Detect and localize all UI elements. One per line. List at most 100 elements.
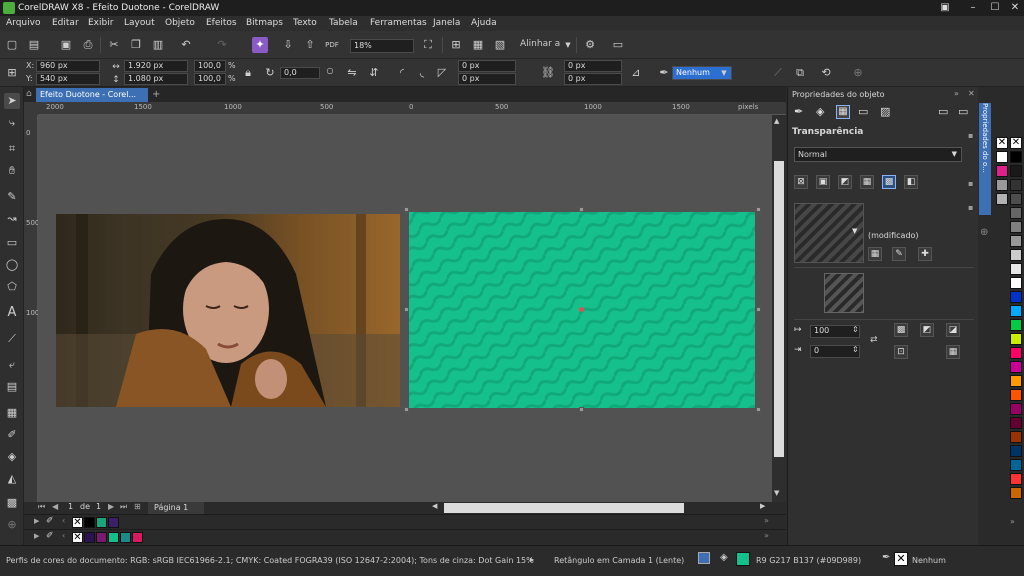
export-icon[interactable]: ⇧ — [302, 37, 318, 53]
palette-scroll-right-icon[interactable]: » — [764, 516, 769, 525]
no-color-swatch[interactable]: ✕ — [72, 532, 83, 543]
menu-texto[interactable]: Texto — [293, 16, 317, 31]
palette-eyedropper-icon[interactable]: ✐ — [46, 531, 54, 541]
interactive-fill-icon[interactable]: ◈ — [4, 449, 20, 465]
publish-pdf-icon[interactable]: PDF — [324, 37, 340, 53]
color-swatch[interactable] — [1010, 347, 1022, 359]
color-swatch[interactable] — [1010, 235, 1022, 247]
color-swatch[interactable] — [1010, 291, 1022, 303]
pattern-save-icon[interactable]: ✚ — [918, 247, 932, 261]
corner-link-icon[interactable]: ⛓ — [540, 65, 556, 81]
rulers-icon[interactable]: ▦ — [470, 37, 486, 53]
height-field[interactable]: 1.080 px — [124, 73, 188, 85]
lock-ratio-icon[interactable]: 🔒︎ — [240, 65, 256, 81]
color-swatch[interactable] — [1010, 305, 1022, 317]
panel-layout-icon-2[interactable]: ▭ — [958, 105, 972, 119]
color-swatch[interactable] — [1010, 151, 1022, 163]
chamfered-corner-icon[interactable]: ◸ — [434, 65, 450, 81]
window-menu-icon[interactable]: ▣ — [934, 0, 956, 16]
palette-scroll-left-icon[interactable]: ‹ — [62, 516, 65, 525]
color-swatch[interactable] — [1010, 473, 1022, 485]
palette-scroll-right-icon[interactable]: » — [764, 531, 769, 540]
round-corner-icon[interactable]: ◜ — [394, 65, 410, 81]
color-swatch[interactable] — [120, 532, 131, 543]
snap-to-icon[interactable]: ⊞ — [448, 37, 464, 53]
color-swatch[interactable] — [1010, 221, 1022, 233]
new-tab-button[interactable]: + — [152, 89, 164, 100]
image-properties-icon[interactable]: ▨ — [880, 105, 894, 119]
corner-radius-br-field[interactable]: 0 px — [564, 73, 622, 85]
fill-tool-icon[interactable]: ◈ — [720, 552, 728, 563]
menu-editar[interactable]: Editar — [52, 16, 79, 31]
color-swatch[interactable] — [1010, 459, 1022, 471]
color-swatch[interactable] — [996, 179, 1008, 191]
panel-close-icon[interactable]: ✕ — [968, 89, 975, 98]
color-swatch[interactable] — [1010, 193, 1022, 205]
align-chevron-down-icon[interactable]: ▼ — [560, 37, 576, 53]
last-page-icon[interactable]: ⏭ — [120, 502, 127, 512]
panel-collapse-icon[interactable]: » — [954, 89, 959, 98]
scroll-up-arrow-icon[interactable]: ▲ — [774, 117, 779, 125]
panel-expand-icon-2[interactable]: ▪ — [968, 179, 973, 188]
ruler-corner[interactable] — [24, 102, 38, 115]
application-launcher-icon[interactable]: ▭ — [610, 37, 626, 53]
menu-efeitos[interactable]: Efeitos — [206, 16, 237, 31]
open-icon[interactable]: ▤ — [26, 37, 42, 53]
redo-icon[interactable]: ↷ — [214, 37, 230, 53]
panel-expand-icon[interactable]: ▪ — [968, 131, 973, 140]
add-page-icon[interactable]: ⊞ — [134, 502, 141, 511]
width-field[interactable]: 1.920 px — [124, 60, 188, 72]
pattern-rotate-icon[interactable]: ◪ — [946, 323, 960, 337]
eyedropper-icon[interactable]: ✐ — [4, 427, 20, 443]
panel-layout-icon[interactable]: ▭ — [938, 105, 952, 119]
color-swatch[interactable] — [1010, 417, 1022, 429]
artistic-media-icon[interactable]: ↝ — [4, 211, 20, 227]
palette-menu-icon[interactable]: ▶ — [34, 532, 39, 540]
horizontal-scroll-thumb[interactable] — [444, 503, 684, 513]
color-swatch[interactable] — [96, 517, 107, 528]
corner-radius-tl-field[interactable]: 0 px — [458, 60, 516, 72]
color-swatch[interactable] — [84, 517, 95, 528]
color-swatch[interactable] — [1010, 403, 1022, 415]
frame-properties-icon[interactable]: ▭ — [858, 105, 872, 119]
to-back-icon[interactable]: ⧉ — [792, 65, 808, 81]
outline-pen-icon[interactable]: ✒ — [656, 65, 672, 81]
pattern-dropdown-chevron-icon[interactable]: ▼ — [852, 227, 857, 235]
color-swatch[interactable] — [1010, 375, 1022, 387]
color-swatch[interactable] — [1010, 319, 1022, 331]
color-swatch[interactable] — [996, 151, 1008, 163]
fountain-transparency-icon[interactable]: ◩ — [838, 175, 852, 189]
scale-height-field[interactable]: 100,0 — [194, 73, 226, 85]
vector-pattern-transparency-icon[interactable]: ▦ — [860, 175, 874, 189]
menu-tabela[interactable]: Tabela — [329, 16, 358, 31]
pattern-mirror-icon[interactable]: ◩ — [920, 323, 934, 337]
palette-options-icon[interactable]: » — [1010, 517, 1015, 526]
smart-fill-icon[interactable]: ◭ — [4, 471, 20, 487]
minimize-button[interactable]: – — [962, 0, 984, 16]
connector-tool-icon[interactable]: ⤶ — [4, 357, 20, 373]
text-tool-icon[interactable]: A — [4, 305, 20, 321]
color-swatch[interactable] — [1010, 333, 1022, 345]
add-icon[interactable]: ⊕ — [850, 65, 866, 81]
selection-handle[interactable] — [756, 407, 761, 412]
horizontal-ruler[interactable]: 2000 1500 1000 500 0 500 1000 1500 pixel… — [38, 102, 786, 115]
print-icon[interactable]: ⎙ — [80, 37, 96, 53]
corner-radius-tr-field[interactable]: 0 px — [564, 60, 622, 72]
pattern-transform-icon-2[interactable]: ⊡ — [894, 345, 908, 359]
no-color-swatch-2[interactable]: ✕ — [1010, 137, 1022, 149]
paste-icon[interactable]: ▥ — [150, 37, 166, 53]
x-position-field[interactable]: 960 px — [36, 60, 100, 72]
scalloped-corner-icon[interactable]: ◟ — [414, 65, 430, 81]
parallel-dimension-icon[interactable]: ⟋ — [4, 331, 20, 347]
transparency-tool-icon[interactable]: ▦ — [4, 405, 20, 421]
selection-handle[interactable] — [404, 207, 409, 212]
scroll-down-arrow-icon[interactable]: ▼ — [774, 489, 779, 497]
corner-radius-bl-field[interactable]: 0 px — [458, 73, 516, 85]
swap-values-icon[interactable]: ⇄ — [870, 335, 878, 345]
align-dropdown[interactable]: Alinhar a — [520, 39, 560, 50]
save-icon[interactable]: ▣ — [58, 37, 74, 53]
shape-tool-icon[interactable]: ⤷ — [4, 115, 20, 131]
mesh-fill-icon[interactable]: ▩ — [4, 495, 20, 511]
color-swatch[interactable] — [996, 193, 1008, 205]
menu-arquivo[interactable]: Arquivo — [6, 16, 40, 31]
